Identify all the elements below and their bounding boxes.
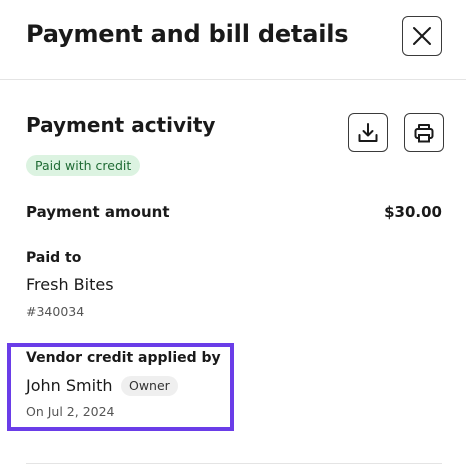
download-icon bbox=[358, 122, 378, 142]
vendor-credit-label: Vendor credit applied by bbox=[26, 350, 221, 366]
print-button[interactable] bbox=[404, 113, 444, 152]
payment-amount-label: Payment amount bbox=[26, 203, 170, 221]
payment-activity-title: Payment activity bbox=[26, 113, 216, 137]
role-badge: Owner bbox=[121, 376, 178, 396]
section-divider bbox=[26, 463, 442, 464]
page-title: Payment and bill details bbox=[26, 20, 349, 48]
print-icon bbox=[414, 123, 434, 142]
credit-date: On Jul 2, 2024 bbox=[26, 404, 115, 419]
paid-to-label: Paid to bbox=[26, 250, 82, 266]
payment-amount-value: $30.00 bbox=[384, 203, 442, 221]
close-icon bbox=[413, 27, 431, 45]
credit-applied-by-name: John Smith bbox=[26, 376, 113, 395]
modal-header: Payment and bill details bbox=[0, 0, 466, 80]
vendor-name: Fresh Bites bbox=[26, 275, 114, 294]
status-badge: Paid with credit bbox=[26, 155, 141, 176]
close-button[interactable] bbox=[402, 16, 442, 56]
vendor-id: #340034 bbox=[26, 304, 85, 319]
download-button[interactable] bbox=[348, 113, 388, 152]
